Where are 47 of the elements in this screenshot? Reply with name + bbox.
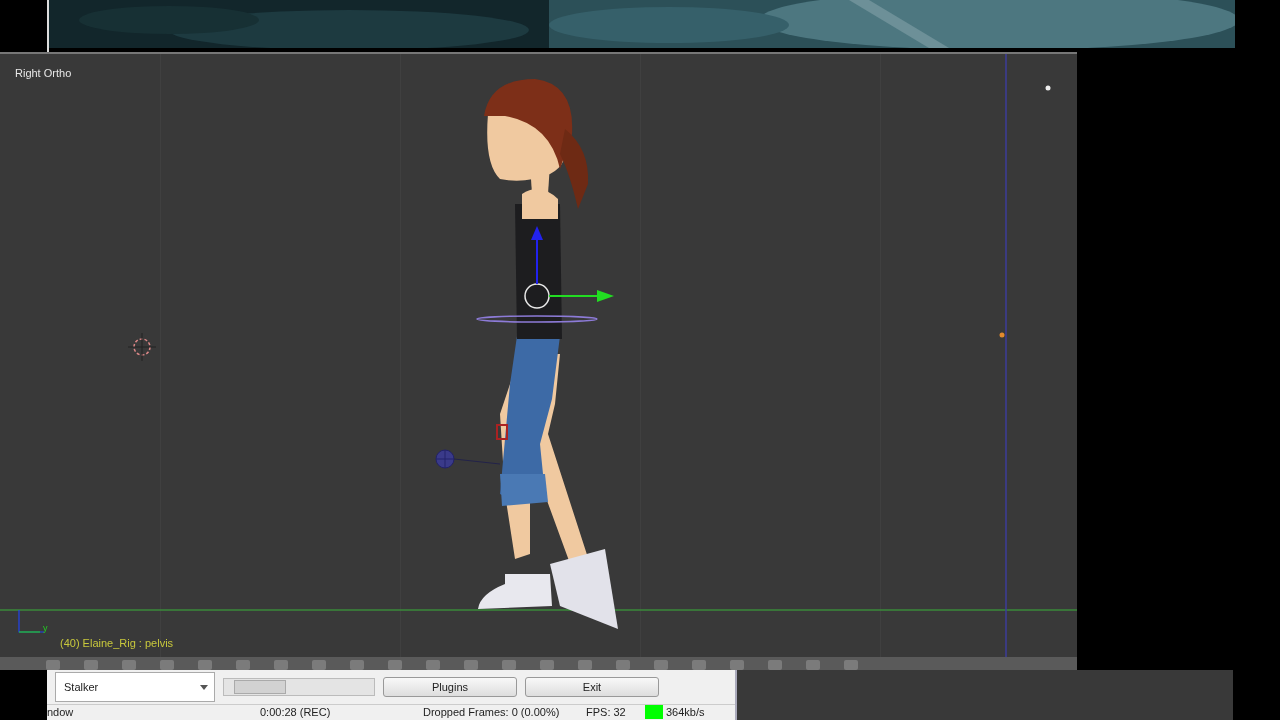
toolbar-icon[interactable] xyxy=(388,660,402,670)
view-name: Right Ortho xyxy=(15,67,72,79)
bitrate-text: 364kb/s xyxy=(666,706,705,719)
toolbar-icon[interactable] xyxy=(274,660,288,670)
toolbar-icon[interactable] xyxy=(312,660,326,670)
axis-label: y xyxy=(43,623,48,633)
cursor-icon xyxy=(127,332,157,362)
status-text: Dropped Frames: 0 (0.00%) xyxy=(423,706,560,719)
toolbar-icon[interactable] xyxy=(236,660,250,670)
toolbar-icon[interactable] xyxy=(540,660,554,670)
status-text: 0:00:28 (REC) xyxy=(260,706,331,719)
status-text: FPS: 32 xyxy=(586,706,626,719)
toolbar-icon[interactable] xyxy=(844,660,858,670)
knee-target-icon xyxy=(435,449,501,469)
recorder-button[interactable]: Plugins xyxy=(383,677,517,698)
toolbar-icon[interactable] xyxy=(654,660,668,670)
dropdown-arrow-icon[interactable] xyxy=(200,685,208,691)
toolbar-icon[interactable] xyxy=(730,660,744,670)
y-axis-arrow xyxy=(548,290,614,302)
source-item[interactable]: Stalker xyxy=(64,681,99,694)
light-icon xyxy=(1045,85,1051,91)
toolbar-icon[interactable] xyxy=(768,660,782,670)
z-axis-arrow xyxy=(531,226,543,285)
toolbar-icon[interactable] xyxy=(502,660,516,670)
toolbar-icon[interactable] xyxy=(160,660,174,670)
axis-gizmo-icon xyxy=(18,609,45,633)
recorder-button[interactable]: Exit xyxy=(525,677,659,698)
source-list[interactable]: Stalker xyxy=(55,672,215,703)
bone-marker xyxy=(496,424,508,440)
toolbar-icon[interactable] xyxy=(464,660,478,670)
origin-icon xyxy=(999,332,1005,338)
toolbar-icon[interactable] xyxy=(806,660,820,670)
status-text: ndow xyxy=(47,706,74,719)
horizontal-scrollbar[interactable] xyxy=(223,678,375,697)
toolbar-icon[interactable] xyxy=(46,660,60,670)
object-status-text: (40) Elaine_Rig : pelvis xyxy=(60,637,174,649)
3d-viewport[interactable]: Right Ortho y (40) Elaine_Rig : pelvis xyxy=(0,52,1077,670)
toolbar-icon[interactable] xyxy=(84,660,98,670)
toolbar-icon[interactable] xyxy=(198,660,212,670)
toolbar-icon[interactable] xyxy=(578,660,592,670)
toolbar-icon[interactable] xyxy=(616,660,630,670)
toolbar-icon[interactable] xyxy=(426,660,440,670)
toolbar-icon[interactable] xyxy=(350,660,364,670)
toolbar-icon[interactable] xyxy=(122,660,136,670)
pivot-circle xyxy=(524,283,550,309)
scrollbar-thumb[interactable] xyxy=(234,680,286,695)
toolbar-icon[interactable] xyxy=(692,660,706,670)
